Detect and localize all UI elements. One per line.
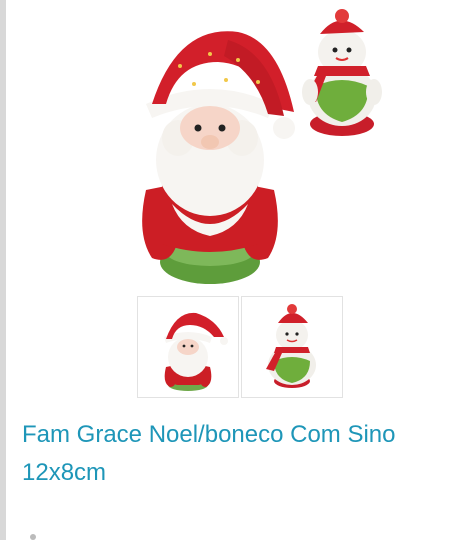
product-thumbnails (137, 296, 345, 398)
page-left-border (0, 0, 6, 540)
snowman-thumbnail (266, 304, 316, 388)
snowman-figure (302, 9, 382, 136)
santa-figure (142, 31, 295, 284)
santa-thumbnail (164, 312, 228, 391)
product-main-image[interactable] (118, 4, 390, 286)
thumbnail-snowman[interactable] (241, 296, 343, 398)
thumbnail-santa[interactable] (137, 296, 239, 398)
santa-and-snowman-image (142, 9, 382, 284)
bottom-indicator (30, 534, 36, 540)
product-title[interactable]: Fam Grace Noel/boneco Com Sino 12x8cm (22, 416, 442, 492)
